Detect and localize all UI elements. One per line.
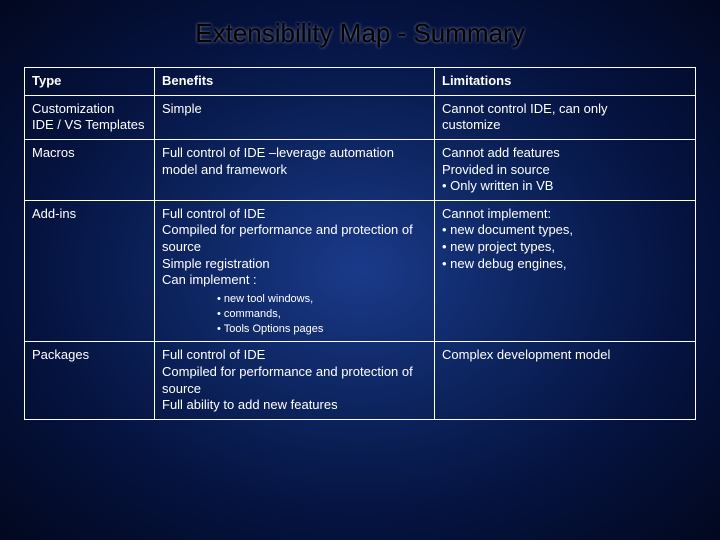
cell-type-addins: Add-ins [25,200,155,342]
cell-limitations: Cannot implement: • new document types, … [435,200,696,342]
cell-type-packages: Packages [25,342,155,420]
addins-sublist: • new tool windows, • commands, • Tools … [162,292,427,337]
cell-limitations: Cannot add features Provided in source •… [435,139,696,200]
table-row: Packages Full control of IDE Compiled fo… [25,342,696,420]
header-type: Type [25,68,155,96]
cell-limitations: Cannot control IDE, can only customize [435,95,696,139]
cell-benefits: Full control of IDE Compiled for perform… [155,342,435,420]
cell-limitations: Complex development model [435,342,696,420]
table-row: Customization IDE / VS Templates Simple … [25,95,696,139]
cell-benefits: Full control of IDE Compiled for perform… [155,200,435,342]
cell-type-customization: Customization IDE / VS Templates [25,95,155,139]
header-benefits: Benefits [155,68,435,96]
summary-table: Type Benefits Limitations Customization … [24,67,696,420]
slide-title: Extensibility Map - Summary [24,18,696,49]
cell-benefits: Simple [155,95,435,139]
cell-benefits: Full control of IDE –leverage automation… [155,139,435,200]
table-row: Macros Full control of IDE –leverage aut… [25,139,696,200]
table-row: Add-ins Full control of IDE Compiled for… [25,200,696,342]
header-limitations: Limitations [435,68,696,96]
cell-type-macros: Macros [25,139,155,200]
table-header-row: Type Benefits Limitations [25,68,696,96]
